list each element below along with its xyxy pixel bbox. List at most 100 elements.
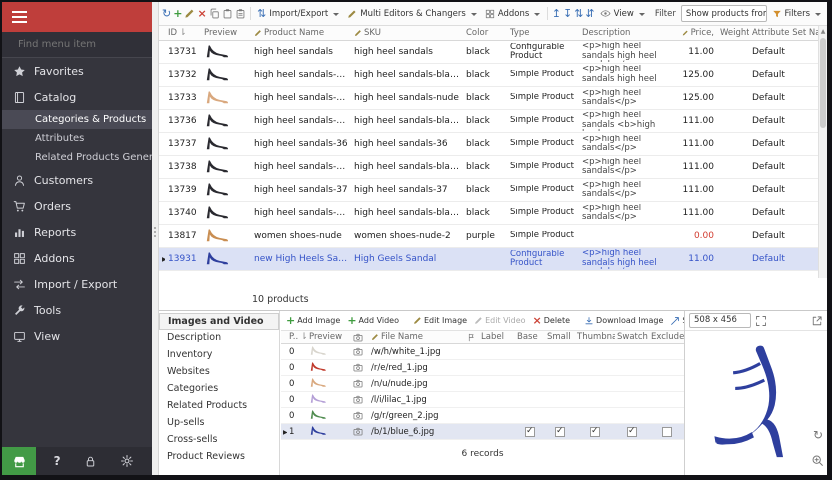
- edit-image-button[interactable]: Edit Image: [411, 315, 469, 326]
- multi-editors-menu[interactable]: Multi Editors & Changers: [344, 8, 480, 20]
- paste-button[interactable]: [222, 5, 233, 22]
- table-row[interactable]: 13736 high heel sandals-black-36 high he…: [159, 110, 818, 133]
- table-row[interactable]: ▶ 13931 new High Heels Sandals High Geel…: [159, 248, 818, 271]
- column-sku[interactable]: SKU: [351, 28, 463, 38]
- table-row[interactable]: 13739 high heel sandals-37 high heel san…: [159, 179, 818, 202]
- bottom-tab[interactable]: Related Products: [159, 398, 279, 415]
- fullscreen-icon[interactable]: [755, 315, 767, 327]
- column-image-preview[interactable]: Preview: [307, 332, 351, 342]
- column-color[interactable]: Color: [463, 28, 507, 38]
- table-row[interactable]: 13737 high heel sandals-36 high heel san…: [159, 133, 818, 156]
- collapse-rows-button[interactable]: ⇵: [585, 5, 594, 22]
- sidebar-item-customers[interactable]: Customers: [2, 167, 152, 193]
- image-row[interactable]: 0 /r/e/red_1.jpg: [281, 360, 684, 376]
- sidebar-item-attributes[interactable]: Attributes: [2, 129, 152, 148]
- exclude-checkbox[interactable]: [662, 427, 672, 437]
- import-export-menu[interactable]: ⇅Import/Export: [254, 7, 342, 20]
- help-button[interactable]: ?: [54, 454, 61, 468]
- download-image-button[interactable]: Download Image: [582, 315, 665, 327]
- clipboard-list-button[interactable]: [235, 5, 246, 22]
- swatch-checkbox[interactable]: [627, 427, 637, 437]
- panel-splitter[interactable]: [152, 2, 159, 475]
- bottom-tab[interactable]: Images and Video: [159, 313, 279, 330]
- column-flag[interactable]: [465, 333, 479, 342]
- sidebar-item-related-products-generator[interactable]: Related Products Generator: [2, 148, 152, 167]
- expand-rows-button[interactable]: ⇅: [574, 5, 583, 22]
- refresh-button[interactable]: ↻: [162, 5, 171, 22]
- bottom-tab[interactable]: Cross-sells: [159, 432, 279, 449]
- column-attribute-set[interactable]: Attribute Set Name: [749, 28, 818, 38]
- edit-product-button[interactable]: [184, 5, 195, 22]
- sort-descending-button[interactable]: ↧: [563, 5, 572, 22]
- bottom-tab[interactable]: Categories: [159, 381, 279, 398]
- delete-product-button[interactable]: ×: [197, 5, 206, 22]
- view-menu[interactable]: View: [597, 7, 648, 20]
- bottom-tab[interactable]: Websites: [159, 364, 279, 381]
- edit-video-button[interactable]: Edit Video: [472, 315, 527, 326]
- column-preview[interactable]: Preview: [201, 28, 251, 38]
- table-row[interactable]: 13731 high heel sandals high heel sandal…: [159, 41, 818, 64]
- sidebar-item-addons[interactable]: Addons: [2, 245, 152, 271]
- image-row[interactable]: 0 /g/r/green_2.jpg: [281, 408, 684, 424]
- copy-button[interactable]: [209, 5, 220, 22]
- filters-button[interactable]: Filters: [769, 8, 824, 20]
- column-product-name[interactable]: Product Name: [251, 28, 351, 38]
- table-row[interactable]: 13738 high heel sandals-black-37 high he…: [159, 156, 818, 179]
- column-type[interactable]: Type: [507, 28, 579, 38]
- filter-select[interactable]: Show products from selected categories: [681, 5, 767, 22]
- open-external-icon[interactable]: [811, 315, 823, 327]
- small-checkbox[interactable]: [555, 427, 565, 437]
- grid-scrollbar[interactable]: ▲: [818, 26, 827, 278]
- image-row[interactable]: ▶ 1 /b/1/blue_6.jpg: [281, 424, 684, 440]
- gear-icon[interactable]: [120, 454, 134, 468]
- sidebar-item-import-export[interactable]: Import / Export: [2, 271, 152, 297]
- addons-menu[interactable]: Addons: [482, 8, 543, 20]
- sidebar-item-categories-products[interactable]: Categories & Products: [2, 110, 152, 129]
- sidebar-item-view[interactable]: View: [2, 323, 152, 349]
- hamburger-menu-icon[interactable]: [12, 11, 27, 23]
- lock-icon[interactable]: [84, 455, 97, 468]
- refresh-preview-button[interactable]: ↻: [813, 429, 823, 441]
- bottom-tab[interactable]: Description: [159, 330, 279, 347]
- base-checkbox[interactable]: [525, 427, 535, 437]
- column-id[interactable]: ID⇂: [165, 28, 201, 38]
- sidebar-item-catalog[interactable]: Catalog: [2, 84, 152, 110]
- add-image-button[interactable]: +Add Image: [284, 314, 342, 327]
- add-video-button[interactable]: +Add Video: [345, 314, 401, 327]
- sidebar-item-reports[interactable]: Reports: [2, 219, 152, 245]
- column-exclude[interactable]: Exclude: [649, 332, 684, 342]
- set-resize-rule-button[interactable]: Set Resize Rule: [668, 315, 684, 327]
- bottom-tab[interactable]: Up-sells: [159, 415, 279, 432]
- menu-search-input[interactable]: [18, 39, 143, 50]
- column-file-name[interactable]: File Name: [369, 332, 465, 342]
- image-size-field[interactable]: 508 x 456: [689, 313, 751, 328]
- table-row[interactable]: 13817 women shoes-nude women shoes-nude-…: [159, 225, 818, 248]
- column-camera[interactable]: [351, 333, 369, 342]
- table-row[interactable]: 13740 high heel sandals-black-38 high he…: [159, 202, 818, 225]
- column-weight[interactable]: Weight: [717, 28, 749, 38]
- column-swatch[interactable]: Swatch: [615, 332, 649, 342]
- bottom-tab[interactable]: Product Reviews: [159, 449, 279, 466]
- sidebar-item-tools[interactable]: Tools: [2, 297, 152, 323]
- sidebar-item-favorites[interactable]: Favorites: [2, 58, 152, 84]
- column-description[interactable]: Description: [579, 28, 679, 38]
- column-position[interactable]: P..⇂: [287, 332, 307, 342]
- sidebar-item-orders[interactable]: Orders: [2, 193, 152, 219]
- column-label[interactable]: Label: [479, 332, 515, 342]
- delete-image-button[interactable]: ×Delete: [531, 314, 573, 327]
- store-button[interactable]: [2, 447, 36, 475]
- scrollbar-thumb[interactable]: [820, 38, 826, 128]
- bottom-tab[interactable]: Inventory: [159, 347, 279, 364]
- thumbnail-checkbox[interactable]: [590, 427, 600, 437]
- image-row[interactable]: 0 /n/u/nude.jpg: [281, 376, 684, 392]
- add-product-button[interactable]: +: [173, 5, 182, 22]
- column-thumbnail[interactable]: Thumbna: [575, 332, 615, 342]
- column-base[interactable]: Base: [515, 332, 545, 342]
- image-row[interactable]: 0 /l/i/lilac_1.jpg: [281, 392, 684, 408]
- table-row[interactable]: 13733 high heel sandals-nude high heel s…: [159, 87, 818, 110]
- sort-ascending-button[interactable]: ↥: [552, 5, 561, 22]
- zoom-icon[interactable]: [811, 454, 824, 467]
- image-row[interactable]: 0 /w/h/white_1.jpg: [281, 344, 684, 360]
- table-row[interactable]: 13732 high heel sandals-black high heel …: [159, 64, 818, 87]
- column-small[interactable]: Small: [545, 332, 575, 342]
